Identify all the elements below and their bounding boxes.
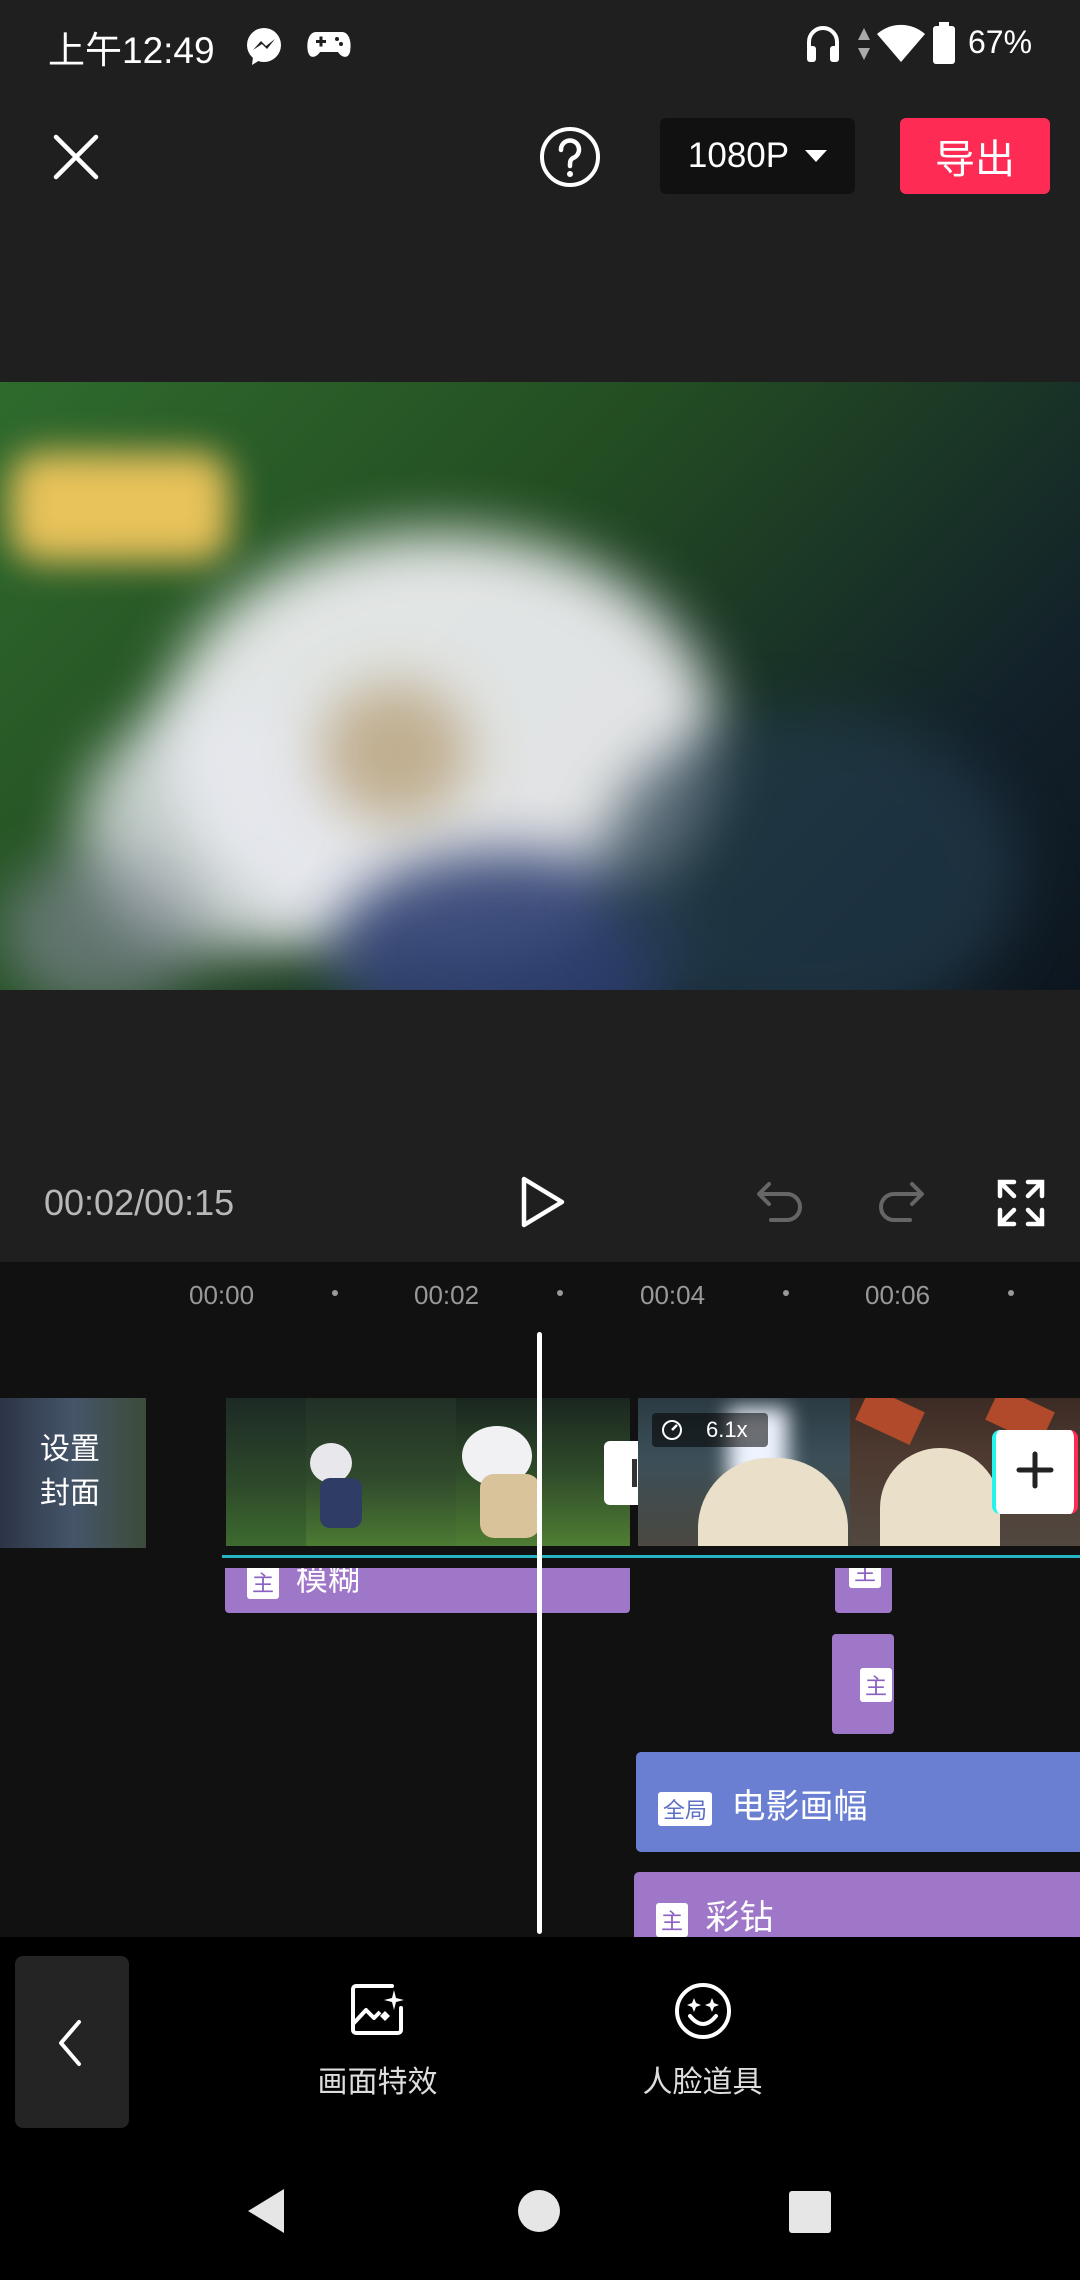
playhead[interactable] [537,1332,542,1934]
timeline-tick-dot [557,1290,563,1296]
clip-thumbnail[interactable] [306,1398,456,1546]
speed-icon [662,1420,682,1440]
headphones-icon [807,26,839,62]
play-icon[interactable] [520,1175,566,1229]
nav-back-icon[interactable] [244,2186,288,2236]
face-props-label: 人脸道具 [642,2066,763,2099]
screen-effects-tool[interactable]: 画面特效 [300,1975,455,2105]
chevron-down-icon [805,150,828,162]
video-preview[interactable] [0,382,1080,990]
plus-icon [1016,1451,1054,1489]
clip-thumbnail[interactable] [226,1398,306,1546]
close-icon[interactable] [52,133,100,181]
status-bar: 上午12:49 67% [0,0,1080,90]
nav-recents-icon[interactable] [788,2190,832,2234]
main-track-line [222,1555,1080,1558]
timeline-tick-dot [1008,1290,1014,1296]
wifi-icon [877,24,925,62]
battery-icon [933,22,955,64]
effect-track-movie-frame[interactable]: 全局 电影画幅 [636,1752,1080,1852]
speed-badge: 6.1x [652,1413,768,1447]
face-props-tool[interactable]: 人脸道具 [625,1975,780,2105]
messenger-icon [247,28,281,65]
gamepad-icon [307,32,351,57]
nav-home-icon[interactable] [517,2189,561,2233]
battery-percent: 67% [968,24,1033,60]
resolution-value: 1080P [687,136,790,175]
data-arrows-icon [858,28,870,60]
undo-icon[interactable] [755,1178,805,1228]
effect-track-blur[interactable]: 主 模糊 [225,1568,630,1613]
effect-track-diamond[interactable]: 主 彩钻 [634,1872,1080,1937]
screen-effects-label: 画面特效 [317,2066,438,2099]
help-icon[interactable] [538,125,602,189]
fullscreen-icon[interactable] [996,1178,1046,1228]
effect-track-small-2[interactable]: 主 [832,1634,894,1734]
timeline-tick: 00:00 [189,1280,255,1310]
timeline-tick: 00:04 [640,1280,706,1310]
toolbar-back-button[interactable] [15,1956,129,2128]
effect-track-small[interactable]: 主 [835,1568,892,1613]
smiley-face-icon [675,1983,731,2039]
bottom-toolbar [0,1937,1080,2137]
timeline-tick: 00:06 [865,1280,931,1310]
timeline-tick: 00:02 [414,1280,480,1310]
status-time: 上午12:49 [48,30,215,71]
add-clip-button[interactable] [992,1430,1078,1514]
timeline-tick-dot [783,1290,789,1296]
redo-icon[interactable] [876,1178,926,1228]
export-button[interactable]: 导出 [900,118,1050,194]
set-cover-label: 设置 封面 [40,1433,100,1510]
playback-time: 00:02/00:15 [44,1182,235,1223]
image-sparkle-icon [351,1984,404,2035]
chevron-left-icon [59,2020,81,2066]
resolution-dropdown[interactable]: 1080P [660,118,855,194]
timeline-tick-dot [332,1290,338,1296]
